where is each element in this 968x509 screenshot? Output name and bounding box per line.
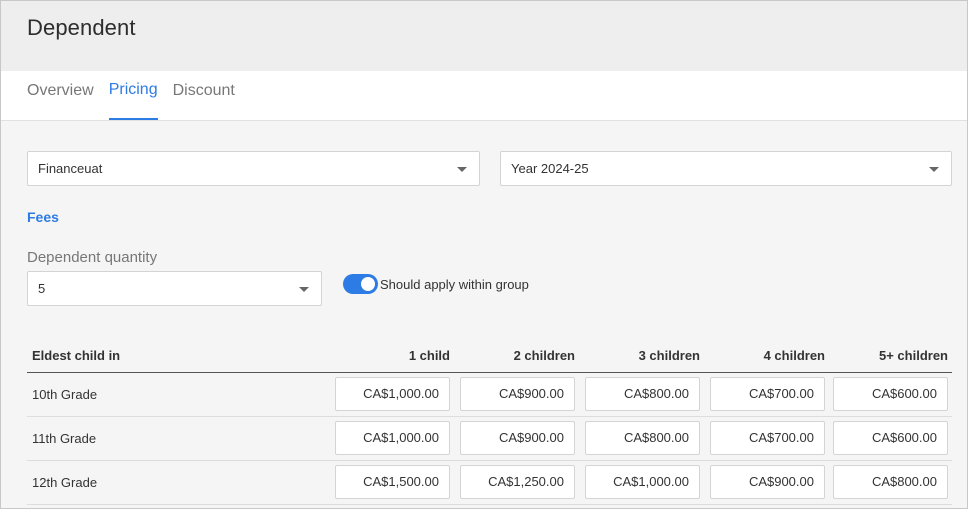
apply-within-group-toggle[interactable] [343,274,378,294]
fees-section-title: Fees [27,209,59,225]
price-input[interactable]: CA$1,000.00 [335,377,450,411]
apply-within-group-label: Should apply within group [380,276,529,292]
column-header-1-child: 1 child [329,339,454,373]
price-input[interactable]: CA$800.00 [585,377,700,411]
price-input[interactable]: CA$1,500.00 [335,465,450,499]
table-header-row: Eldest child in 1 child 2 children 3 chi… [27,339,952,373]
organization-select-value: Financeuat [38,161,103,176]
grade-label: 12th Grade [27,460,329,505]
column-header-2-children: 2 children [454,339,579,373]
price-input[interactable]: CA$1,000.00 [585,465,700,499]
price-input[interactable]: CA$900.00 [460,421,575,455]
price-input[interactable]: CA$1,000.00 [335,421,450,455]
table-row: 12th Grade CA$1,500.00 CA$1,250.00 CA$1,… [27,460,952,505]
dependent-quantity-value: 5 [38,281,46,296]
price-input[interactable]: CA$800.00 [585,421,700,455]
apply-within-group-toggle-wrap: Should apply within group [343,274,529,294]
price-input[interactable]: CA$700.00 [710,377,825,411]
price-input[interactable]: CA$800.00 [833,465,948,499]
tab-discount[interactable]: Discount [173,70,235,120]
price-input[interactable]: CA$600.00 [833,421,948,455]
chevron-down-icon [929,167,939,172]
year-select-value: Year 2024-25 [511,161,589,176]
dependent-quantity-select[interactable]: 5 [27,271,322,306]
price-input[interactable]: CA$1,250.00 [460,465,575,499]
dependent-quantity-label: Dependent quantity [27,249,158,266]
year-select[interactable]: Year 2024-25 [500,151,952,186]
grade-label: 10th Grade [27,372,329,417]
price-input[interactable]: CA$700.00 [710,421,825,455]
table-row: 11th Grade CA$1,000.00 CA$900.00 CA$800.… [27,416,952,461]
tab-pricing[interactable]: Pricing [108,70,158,120]
column-header-5-plus-children: 5+ children [829,339,952,373]
column-header-4-children: 4 children [704,339,829,373]
page-header: Dependent [1,1,967,71]
price-input[interactable]: CA$900.00 [460,377,575,411]
toggle-knob [361,277,375,291]
app-window: Dependent Overview Pricing Discount Fina… [0,0,968,509]
price-input[interactable]: CA$900.00 [710,465,825,499]
pricing-table: Eldest child in 1 child 2 children 3 chi… [27,339,952,505]
price-input[interactable]: CA$600.00 [833,377,948,411]
tab-overview[interactable]: Overview [27,70,94,120]
chevron-down-icon [299,287,309,292]
column-header-eldest-child: Eldest child in [27,339,329,373]
page-title: Dependent [27,15,136,40]
organization-select[interactable]: Financeuat [27,151,480,186]
table-row: 10th Grade CA$1,000.00 CA$900.00 CA$800.… [27,372,952,417]
chevron-down-icon [457,167,467,172]
tab-bar: Overview Pricing Discount [1,71,967,121]
column-header-3-children: 3 children [579,339,704,373]
grade-label: 11th Grade [27,416,329,461]
